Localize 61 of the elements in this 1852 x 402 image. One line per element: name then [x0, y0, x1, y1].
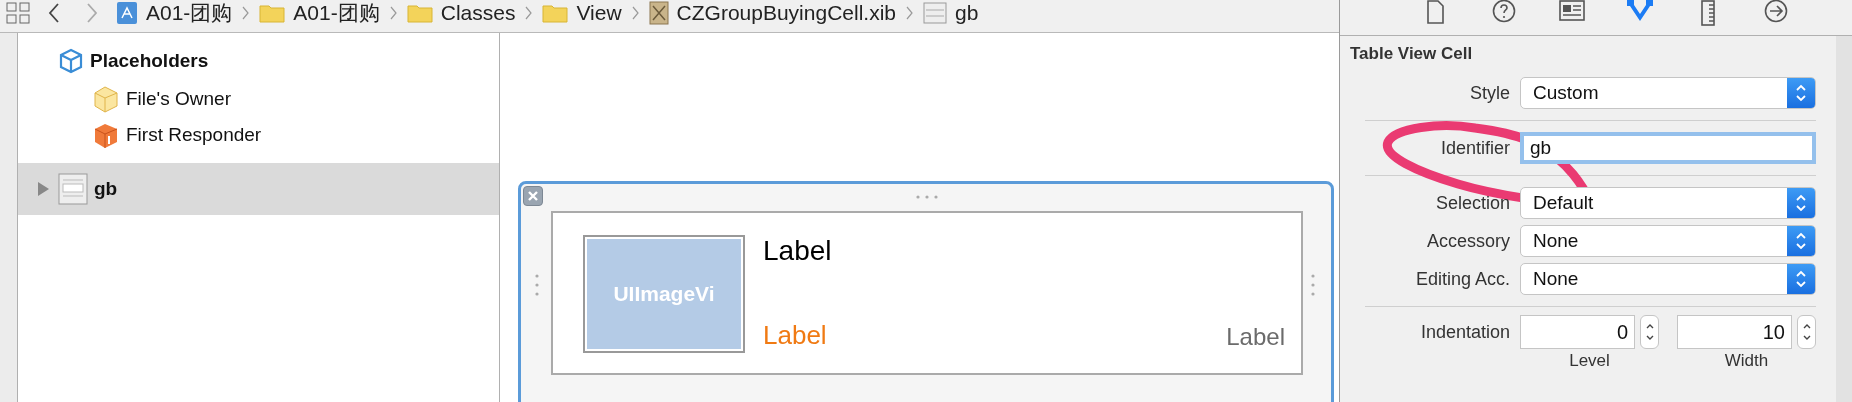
table-cell-icon [58, 173, 88, 205]
cube-icon [58, 48, 84, 74]
stepper[interactable] [1640, 315, 1659, 349]
count-label[interactable]: Label [1226, 323, 1285, 351]
attributes-icon [1625, 0, 1655, 22]
field-label: Selection [1434, 192, 1510, 214]
field-label: Accessory [1425, 230, 1510, 252]
breadcrumb-item[interactable]: A01-团购 [146, 0, 233, 27]
stepper[interactable] [1797, 315, 1816, 349]
cube-icon [92, 85, 120, 113]
folder-icon [259, 3, 286, 23]
breadcrumb-item[interactable]: View [576, 1, 622, 25]
title-label[interactable]: Label [763, 235, 832, 267]
document-icon [648, 1, 669, 25]
field-label: Identifier [1439, 137, 1510, 159]
popup-button[interactable]: None [1520, 263, 1816, 295]
chevron-icon [389, 6, 397, 20]
content-view[interactable]: UIImageVi Label Label Label [551, 211, 1303, 375]
chevron-icon [525, 6, 533, 20]
resize-handle-icon[interactable] [916, 195, 938, 199]
chevron-icon [242, 6, 250, 20]
number-field[interactable]: 10 [1677, 315, 1792, 349]
outline-item[interactable]: First Responder [126, 124, 262, 146]
field-label: Editing Acc. [1414, 268, 1510, 290]
back-icon[interactable] [48, 3, 60, 23]
chevron-icon [906, 6, 913, 20]
breadcrumb-item[interactable]: CZGroupBuyingCell.xib [676, 1, 896, 25]
chevron-icon [631, 6, 639, 20]
section-title: Table View Cell [1350, 44, 1474, 64]
file-icon [1425, 0, 1447, 24]
cube-icon [92, 121, 120, 149]
forward-icon[interactable] [86, 3, 98, 23]
close-button[interactable] [523, 186, 543, 206]
up-down-arrows-icon [1795, 193, 1807, 213]
close-icon [527, 190, 539, 202]
section-title: Placeholders [90, 50, 209, 72]
breadcrumb-item[interactable]: A01-团购 [293, 0, 380, 27]
number-field[interactable]: 0 [1520, 315, 1635, 349]
help-icon [1491, 0, 1517, 24]
outline-item[interactable]: File's Owner [126, 88, 231, 110]
field-caption: Level [1569, 351, 1610, 371]
project-icon [116, 1, 138, 25]
popup-button[interactable]: None [1520, 225, 1816, 257]
identifier-field[interactable]: gb [1520, 132, 1816, 164]
popup-button[interactable]: Default [1520, 187, 1816, 219]
grid-icon[interactable] [6, 2, 30, 24]
breadcrumb-item[interactable]: Classes [440, 1, 516, 25]
folder-icon [542, 3, 569, 23]
field-caption: Width [1724, 351, 1769, 371]
table-view-cell[interactable]: UIImageVi Label Label Label [518, 181, 1334, 402]
popup-button[interactable]: Custom [1520, 77, 1816, 109]
outline-row[interactable]: gb [18, 163, 499, 215]
field-label: Style [1468, 82, 1510, 104]
breadcrumb-item[interactable]: gb [955, 1, 979, 25]
ruler-icon [1700, 0, 1716, 26]
id-card-icon [1559, 0, 1585, 22]
up-down-arrows-icon [1795, 83, 1807, 103]
field-label: Indentation [1419, 321, 1510, 344]
up-down-arrows-icon [1795, 269, 1807, 289]
folder-icon [406, 3, 433, 23]
up-down-arrows-icon [1795, 231, 1807, 251]
